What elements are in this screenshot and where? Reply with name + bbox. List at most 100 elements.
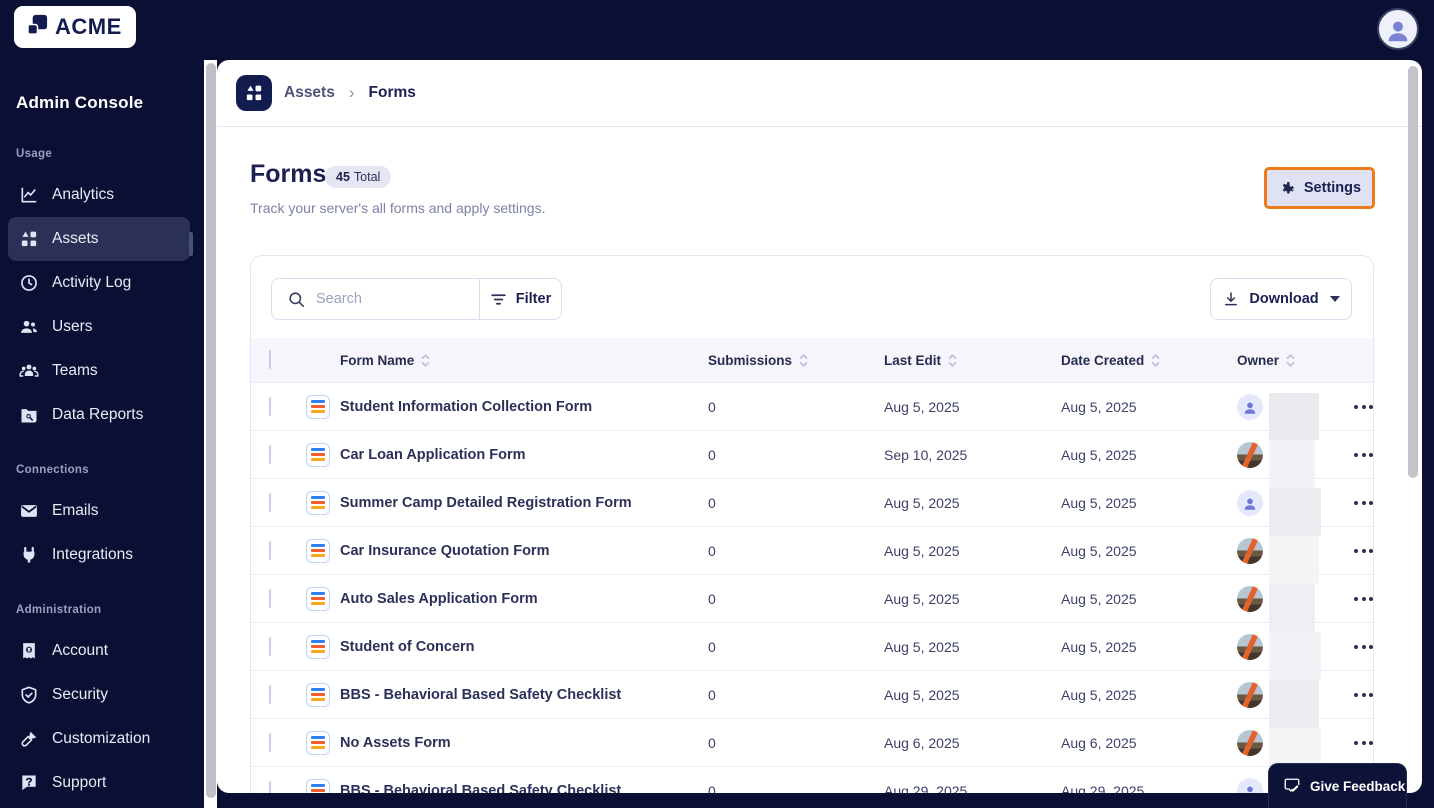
column-header-date-created[interactable]: Date Created	[1061, 353, 1237, 368]
row-checkbox[interactable]	[269, 396, 271, 416]
breadcrumb-current: Forms	[368, 84, 416, 101]
date-created-value: Aug 5, 2025	[1061, 590, 1137, 607]
form-icon	[306, 778, 330, 793]
table-row[interactable]: Student Information Collection Form 0 Aug …	[251, 382, 1373, 430]
table-row[interactable]: Car Loan Application Form 0 Sep 10, 2025 Au…	[251, 430, 1373, 478]
assets-breadcrumb-icon[interactable]	[236, 75, 272, 111]
submissions-value: 0	[708, 734, 716, 751]
date-created-value: Aug 29, 2025	[1061, 782, 1145, 794]
last-edit-value: Aug 29, 2025	[884, 782, 968, 794]
row-checkbox[interactable]	[269, 732, 271, 752]
form-icon	[306, 586, 330, 611]
give-feedback-button[interactable]: Give Feedback	[1268, 763, 1407, 808]
submissions-value: 0	[708, 686, 716, 703]
search-box	[272, 279, 480, 319]
sidebar-resize-handle[interactable]	[189, 232, 193, 256]
row-checkbox[interactable]	[269, 588, 271, 608]
user-avatar[interactable]	[1377, 8, 1419, 50]
settings-button[interactable]: Settings	[1264, 167, 1375, 209]
column-header-last-edit[interactable]: Last Edit	[884, 353, 1061, 368]
column-header-owner[interactable]: Owner	[1237, 353, 1336, 368]
date-created-value: Aug 5, 2025	[1061, 542, 1137, 559]
table-row[interactable]: BBS - Behavioral Based Safety Checklist 0…	[251, 766, 1373, 793]
owner-avatar	[1237, 585, 1263, 612]
row-actions-button[interactable]	[1350, 399, 1373, 415]
select-all-checkbox[interactable]	[269, 350, 271, 369]
forms-table-card: Filter Download Form Name	[250, 255, 1374, 793]
row-actions-button[interactable]	[1350, 735, 1373, 751]
sidebar-item-label: Customization	[52, 730, 151, 747]
users-icon	[18, 317, 39, 338]
assets-icon	[246, 85, 262, 101]
row-actions-button[interactable]	[1350, 639, 1373, 655]
table-row[interactable]: Student of Concern 0 Aug 5, 2025 Aug 5, 202…	[251, 622, 1373, 670]
sidebar-section: Usage Analytics Assets Activity Log Users Tea…	[0, 148, 204, 437]
submissions-value: 0	[708, 398, 716, 415]
row-checkbox[interactable]	[269, 540, 271, 560]
table-row[interactable]: BBS - Behavioral Based Safety Checklist 0…	[251, 670, 1373, 718]
sidebar-item-label: Assets	[52, 230, 99, 247]
acme-logo[interactable]: ACME	[14, 6, 136, 48]
search-input[interactable]	[316, 291, 476, 307]
column-header-submissions[interactable]: Submissions	[708, 353, 884, 368]
sidebar-item-support[interactable]: Support	[8, 761, 190, 805]
form-name: Student of Concern	[340, 638, 475, 655]
row-actions-button[interactable]	[1350, 591, 1373, 607]
breadcrumb-assets-link[interactable]: Assets	[284, 84, 335, 102]
owner-avatar	[1237, 537, 1263, 564]
row-actions-button[interactable]	[1350, 687, 1373, 703]
sidebar-item-integrations[interactable]: Integrations	[8, 533, 190, 577]
main-scrollbar-thumb[interactable]	[1408, 66, 1418, 478]
person-icon	[1388, 21, 1408, 42]
row-checkbox[interactable]	[269, 636, 271, 656]
download-button[interactable]: Download	[1210, 278, 1352, 320]
sidebar-item-security[interactable]: Security	[8, 673, 190, 717]
table-row[interactable]: Car Insurance Quotation Form 0 Aug 5, 2025…	[251, 526, 1373, 574]
row-checkbox[interactable]	[269, 444, 271, 464]
sidebar-item-account[interactable]: Account	[8, 629, 190, 673]
sidebar-item-data-reports[interactable]: Data Reports	[8, 393, 190, 437]
sidebar-item-label: Integrations	[52, 546, 133, 563]
filter-icon	[490, 292, 507, 307]
chevron-down-icon	[1329, 296, 1340, 302]
sidebar-item-users[interactable]: Users	[8, 305, 190, 349]
analytics-icon	[18, 185, 39, 206]
table-row[interactable]: No Assets Form 0 Aug 6, 2025 Aug 6, 2025	[251, 718, 1373, 766]
sort-icon	[948, 353, 957, 368]
table-row[interactable]: Summer Camp Detailed Registration Form 0 A…	[251, 478, 1373, 526]
sidebar-item-label: Analytics	[52, 186, 115, 203]
row-checkbox[interactable]	[269, 684, 271, 704]
sidebar-item-customization[interactable]: Customization	[8, 717, 190, 761]
acme-logo-icon	[26, 13, 49, 41]
sidebar-item-activity-log[interactable]: Activity Log	[8, 261, 190, 305]
filter-button[interactable]: Filter	[480, 279, 561, 319]
sidebar-scrollbar-thumb[interactable]	[205, 63, 216, 798]
date-created-value: Aug 5, 2025	[1061, 446, 1137, 463]
submissions-value: 0	[708, 590, 716, 607]
last-edit-value: Aug 5, 2025	[884, 686, 960, 703]
date-created-value: Aug 5, 2025	[1061, 638, 1137, 655]
feedback-label: Give Feedback	[1310, 778, 1406, 794]
table-row[interactable]: Auto Sales Application Form 0 Aug 5, 2025 A…	[251, 574, 1373, 622]
owner-avatar	[1237, 441, 1263, 468]
row-checkbox[interactable]	[269, 780, 271, 793]
sidebar-item-assets[interactable]: Assets	[8, 217, 190, 261]
table-body: Student Information Collection Form 0 Aug …	[251, 382, 1373, 793]
sidebar-item-emails[interactable]: Emails	[8, 489, 190, 533]
row-checkbox[interactable]	[269, 492, 271, 512]
row-actions-button[interactable]	[1350, 495, 1373, 511]
last-edit-value: Aug 5, 2025	[884, 398, 960, 415]
submissions-value: 0	[708, 446, 716, 463]
sidebar-item-label: Account	[52, 642, 109, 659]
sidebar-item-analytics[interactable]: Analytics	[8, 173, 190, 217]
row-actions-button[interactable]	[1350, 447, 1373, 463]
form-name: Summer Camp Detailed Registration Form	[340, 494, 632, 511]
settings-label: Settings	[1303, 180, 1362, 196]
submissions-value: 0	[708, 782, 716, 794]
sidebar-section-label: Usage	[16, 148, 53, 160]
sidebar-item-teams[interactable]: Teams	[8, 349, 190, 393]
form-icon	[306, 538, 330, 563]
column-header-form-name[interactable]: Form Name	[306, 353, 708, 368]
last-edit-value: Aug 6, 2025	[884, 734, 960, 751]
row-actions-button[interactable]	[1350, 543, 1373, 559]
